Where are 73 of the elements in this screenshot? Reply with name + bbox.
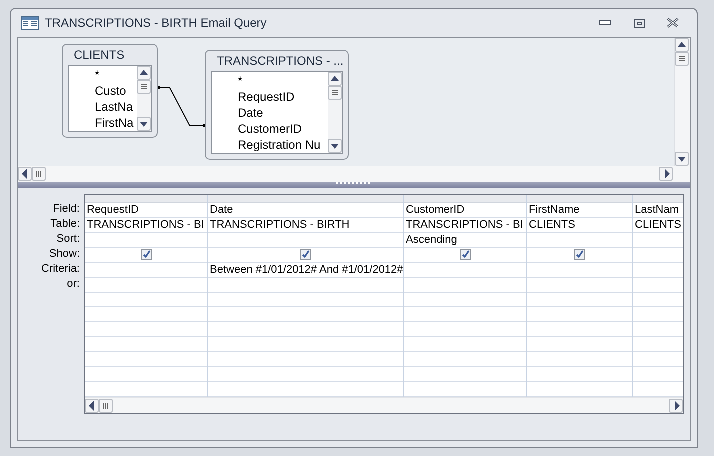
- table-title: CLIENTS: [73, 47, 126, 64]
- grip-lines-icon: [330, 88, 340, 98]
- scroll-thumb[interactable]: [328, 86, 342, 100]
- grid-cell[interactable]: TRANSCRIPTIONS - BIRTH: [208, 218, 403, 233]
- field-name[interactable]: *: [238, 73, 328, 89]
- column-selector[interactable]: [633, 195, 683, 203]
- grid-cell[interactable]: CLIENTS: [527, 218, 632, 233]
- checkmark-icon: [301, 250, 310, 260]
- grid-cell[interactable]: [85, 248, 207, 263]
- scroll-up-button[interactable]: [328, 72, 342, 86]
- grid-cell[interactable]: [527, 248, 632, 263]
- column-selector[interactable]: [404, 195, 526, 203]
- show-checkbox[interactable]: [300, 249, 311, 260]
- grip-lines-icon: [34, 169, 44, 179]
- row-label: Table:: [50, 217, 80, 232]
- field-name[interactable]: Date: [238, 105, 328, 121]
- show-checkbox[interactable]: [140, 249, 152, 260]
- field-name[interactable]: LastNa: [95, 99, 137, 115]
- grid-cell[interactable]: LastNam: [633, 202, 683, 218]
- table-box[interactable]: CLIENTS * Custo LastNa FirstNa: [62, 44, 158, 138]
- window-title: TRANSCRIPTIONS - BIRTH Email Query: [45, 16, 268, 30]
- scroll-thumb[interactable]: [675, 52, 689, 66]
- field-name[interactable]: Custo: [95, 83, 137, 99]
- column-selector[interactable]: [208, 195, 403, 203]
- scroll-thumb[interactable]: [99, 398, 113, 412]
- grip-lines-icon: [677, 54, 687, 64]
- row-label: or:: [67, 277, 80, 292]
- grid-cell[interactable]: [404, 248, 526, 263]
- show-checkbox[interactable]: [460, 249, 470, 260]
- row-label: Sort:: [56, 232, 80, 247]
- scroll-thumb[interactable]: [32, 167, 46, 181]
- grip-lines-icon: [101, 400, 111, 410]
- scroll-down-button[interactable]: [137, 117, 151, 131]
- scroll-right-button[interactable]: [669, 398, 683, 412]
- table-box[interactable]: TRANSCRIPTIONS - ... * RequestID Date CustomerID Registration Nu: [205, 50, 349, 160]
- scroll-down-button[interactable]: [675, 152, 689, 166]
- column-selector[interactable]: [85, 195, 207, 203]
- field-name[interactable]: RequestID: [238, 89, 328, 105]
- scroll-right-button[interactable]: [659, 167, 673, 181]
- checkmark-icon: [460, 250, 470, 260]
- column-selector[interactable]: [527, 195, 632, 203]
- scroll-down-button[interactable]: [328, 139, 342, 153]
- checkmark-icon: [142, 250, 150, 260]
- grid-cell[interactable]: Ascending: [404, 232, 526, 248]
- grid-cell[interactable]: Between #1/01/2012# And #1/01/2012#: [208, 262, 403, 278]
- row-label: Show:: [49, 247, 80, 262]
- grid-cell[interactable]: [208, 248, 403, 263]
- grid-cell[interactable]: CustomerID: [404, 202, 526, 218]
- scroll-left-button[interactable]: [18, 167, 32, 181]
- grid-cell[interactable]: TRANSCRIPTIONS - BI: [85, 218, 207, 233]
- scroll-thumb[interactable]: [137, 80, 151, 94]
- grid-cell[interactable]: Date: [208, 202, 403, 218]
- field-name[interactable]: Registration Nu: [238, 137, 328, 153]
- scroll-up-button[interactable]: [137, 66, 151, 80]
- checkmark-icon: [575, 250, 584, 260]
- grip-lines-icon: [139, 82, 149, 92]
- scroll-up-button[interactable]: [675, 38, 689, 52]
- grid-cell[interactable]: CLIENTS: [633, 218, 683, 233]
- grid-cell[interactable]: FirstName: [527, 202, 632, 218]
- field-name[interactable]: CustomerID: [238, 121, 328, 137]
- close-icon: [667, 18, 679, 28]
- grid-cell[interactable]: TRANSCRIPTIONS - BI: [404, 218, 526, 233]
- row-label: Field:: [53, 202, 80, 217]
- show-checkbox[interactable]: [574, 249, 585, 260]
- grid-cell[interactable]: RequestID: [85, 202, 207, 218]
- table-title: TRANSCRIPTIONS - ...: [216, 53, 343, 70]
- query-icon: [21, 16, 39, 30]
- restore-icon: [634, 18, 644, 28]
- scroll-left-button[interactable]: [85, 398, 99, 412]
- minimize-icon: [599, 20, 611, 26]
- row-label: Criteria:: [41, 262, 80, 277]
- field-name[interactable]: FirstNa: [95, 115, 137, 131]
- field-name[interactable]: *: [95, 67, 137, 83]
